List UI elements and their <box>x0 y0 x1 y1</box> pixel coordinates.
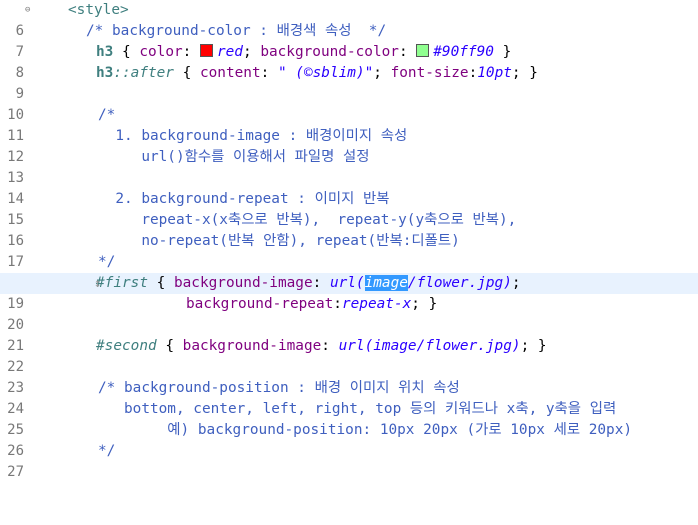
property-value: #90ff90 <box>433 44 494 60</box>
current-code-line[interactable]: 19 #first { background-image: url(image/… <box>0 273 698 312</box>
comment-text: 2. background-repeat : 이미지 반복 <box>98 191 390 207</box>
property-value: red <box>216 44 243 60</box>
code-line[interactable]: 9 h3::after { content: " (©sblim)"; font… <box>0 63 698 102</box>
code-line[interactable]: 16 repeat-x(x축으로 반복), repeat-y(y축으로 반복), <box>0 210 698 249</box>
code-line[interactable]: 18 */ <box>0 252 698 291</box>
property-name: background-color <box>260 44 399 60</box>
selector: #second <box>96 338 157 354</box>
code-line[interactable]: 22 #second { background-image: url(image… <box>0 336 698 375</box>
comment-text: no-repeat(반복 안함), repeat(반복:디폴트) <box>98 233 460 249</box>
comment-text: */ <box>98 254 116 270</box>
code-line[interactable]: 12 1. background-image : 배경이미지 속성 <box>0 126 698 165</box>
property-name: background-image <box>173 275 313 291</box>
code-line[interactable]: 27 */ <box>0 441 698 480</box>
red-color-swatch[interactable] <box>199 44 213 57</box>
comment-text: url()함수를 이용해서 파일명 설정 <box>98 149 370 165</box>
property-value: 10pt <box>477 65 512 81</box>
comment-text: /* background-position : 배경 이미지 위치 속성 <box>98 380 460 396</box>
code-line[interactable]: 11 /* <box>0 105 698 144</box>
code-line[interactable]: 10 <box>0 84 698 123</box>
code-line[interactable]: 8 h3 { color: red; background-color: #90… <box>0 42 698 81</box>
pseudo-element: ::after <box>113 65 174 81</box>
comment-text: 1. background-image : 배경이미지 속성 <box>98 128 408 144</box>
code-line[interactable]: 21 <box>0 315 698 354</box>
property-name: font-size <box>390 65 469 81</box>
comment-text: /* background-color : 배경색 속성 */ <box>86 23 387 39</box>
code-line[interactable]: 24 /* background-position : 배경 이미지 위치 속성 <box>0 378 698 417</box>
comment-text: /* <box>98 107 116 123</box>
green-color-swatch[interactable] <box>416 44 430 57</box>
selector: #first <box>96 275 148 291</box>
code-line[interactable]: 17 no-repeat(반복 안함), repeat(반복:디폴트) <box>0 231 698 270</box>
code-line[interactable]: 25 bottom, center, left, right, top 등의 키… <box>0 399 698 438</box>
quick-assist-icon[interactable]: ↕ <box>94 273 101 294</box>
code-line[interactable]: 26 예) background-position: 10px 20px (가로… <box>0 420 698 459</box>
property-name: color <box>139 44 183 60</box>
string-value: " (©sblim)" <box>277 65 374 81</box>
comment-text: */ <box>98 443 116 459</box>
code-line[interactable]: 13 url()함수를 이용해서 파일명 설정 <box>0 147 698 186</box>
comment-text: repeat-x(x축으로 반복), repeat-y(y축으로 반복), <box>98 212 517 228</box>
property-name: background-image <box>182 338 322 354</box>
property-value: repeat-x <box>341 296 412 312</box>
line-number: 27 <box>7 464 24 480</box>
property-name: background-repeat <box>186 296 334 312</box>
code-editor[interactable]: 6 ⊖ <style> 7 /* background-color : 배경색 … <box>0 0 698 480</box>
selected-text[interactable]: image <box>364 275 408 291</box>
comment-text: 예) background-position: 10px 20px (가로 10… <box>98 422 633 438</box>
code-line[interactable]: 20 background-repeat:repeat-x; } <box>0 294 698 333</box>
selector: h3 <box>96 65 114 81</box>
property-value: url(image/flower.jpg) <box>338 338 521 354</box>
property-name: content <box>199 65 261 81</box>
code-line[interactable]: 7 /* background-color : 배경색 속성 */ <box>0 21 698 60</box>
code-line[interactable]: 14 <box>0 168 698 207</box>
code-line[interactable]: 6 ⊖ <style> <box>0 0 698 39</box>
code-line[interactable]: 23 <box>0 357 698 396</box>
comment-text: bottom, center, left, right, top 등의 키워드나… <box>98 401 617 417</box>
code-line[interactable]: 15 2. background-repeat : 이미지 반복 <box>0 189 698 228</box>
fold-collapse-icon[interactable]: ⊖ <box>25 0 30 21</box>
style-tag: <style> <box>68 2 129 18</box>
selector: h3 <box>96 44 114 60</box>
